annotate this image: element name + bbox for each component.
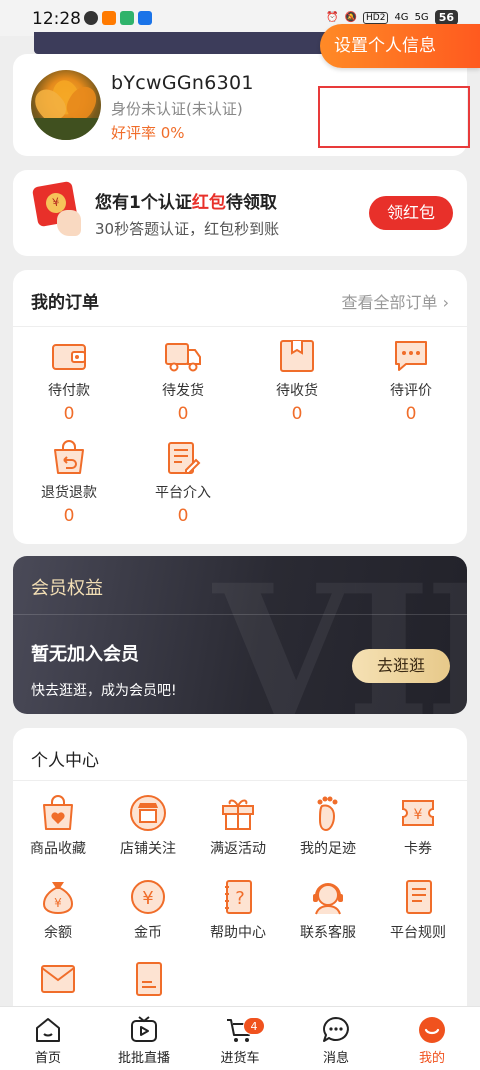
center-item-coupons[interactable]: ¥ 卡券 [373,794,463,858]
return-bag-icon [50,440,88,476]
alarm-icon: ⏰ [326,12,339,23]
vip-browse-button[interactable]: 去逛逛 [352,649,450,683]
claim-red-packet-button[interactable]: 领红包 [369,196,453,230]
gift-icon [218,794,258,832]
vip-title: 会员权益 [31,578,103,599]
center-item-help-center[interactable]: ? 帮助中心 [193,878,283,942]
vip-card: VIP 会员权益 暂无加入会员 快去逛逛，成为会员吧! 去逛逛 [13,556,467,714]
status-app-icons [84,11,152,25]
red-packet-title: 您有1个认证红包待领取 [95,193,277,213]
customer-service-icon [308,878,348,916]
vip-status: 暂无加入会员 [31,644,139,665]
orders-card: 我的订单 查看全部订单 › 待付款 0 待发货 0 待收货 0 待评价 0 退货… [13,270,467,544]
coupon-icon: ¥ [398,794,438,832]
center-item-gold-coins[interactable]: ¥ 金币 [103,878,193,942]
divider [13,614,467,615]
mail-icon [38,960,78,998]
order-count: 0 [63,404,75,424]
money-bag-icon: ¥ [38,878,78,916]
highlight-box [318,86,470,148]
notification-app-icon [102,11,116,25]
truck-icon [164,338,202,374]
tab-messages[interactable]: 消息 [288,1007,384,1070]
cart-count-badge: 4 [243,1017,265,1035]
hd-icon: HD2 [363,11,389,24]
package-icon [278,338,316,374]
order-count: 0 [405,404,417,424]
chevron-right-icon: › [442,293,449,312]
svg-text:¥: ¥ [414,807,423,823]
home-icon [33,1015,63,1045]
center-item-extra[interactable] [103,960,193,998]
status-indicators: ⏰ 🔕 HD2 4G 5G 56 [326,10,458,25]
divider [13,780,467,781]
coin-icon: ¥ [128,878,168,916]
view-all-orders-link[interactable]: 查看全部订单 › [341,289,449,313]
notification-app-icon [84,11,98,25]
order-count: 0 [177,404,189,424]
identity-status[interactable]: 身份未认证(未认证) [111,98,243,119]
notification-app-icon [138,11,152,25]
order-item-platform-intervention[interactable]: 平台介入 0 [133,440,233,526]
svg-text:?: ? [235,888,245,909]
document-pen-icon [164,440,202,476]
order-item-pending-payment[interactable]: 待付款 0 [19,338,119,424]
username: bYcwGGn6301 [111,72,254,94]
footprint-icon [308,794,348,832]
order-count: 0 [177,506,189,526]
center-item-favorites[interactable]: 商品收藏 [13,794,103,858]
order-count: 0 [291,404,303,424]
set-profile-button[interactable]: 设置个人信息 [320,24,480,68]
document-icon [128,960,168,998]
tab-profile[interactable]: 我的 [384,1007,480,1070]
mute-icon: 🔕 [344,12,357,23]
notification-app-icon [120,11,134,25]
signal-5g-icon: 5G [414,12,429,23]
personal-center-card: 个人中心 商品收藏 店铺关注 满返活动 我的足迹 ¥ 卡券 ¥ 余额 ¥ 金币 … [13,728,467,1028]
vip-watermark: VIP [213,556,467,714]
battery-icon: 56 [434,10,458,25]
svg-text:¥: ¥ [142,888,153,909]
vip-subtitle: 快去逛逛，成为会员吧! [31,683,177,699]
rules-doc-icon [398,878,438,916]
tab-home[interactable]: 首页 [0,1007,96,1070]
red-envelope-icon: ¥ [31,180,81,236]
order-item-pending-receipt[interactable]: 待收货 0 [247,338,347,424]
comment-icon [392,338,430,374]
center-item-extra[interactable] [13,960,103,998]
order-count: 0 [63,506,75,526]
live-tv-icon [129,1015,159,1045]
profile-icon [417,1015,447,1045]
center-item-footprints[interactable]: 我的足迹 [283,794,373,858]
wallet-icon [50,338,88,374]
help-book-icon: ? [218,878,258,916]
center-item-customer-service[interactable]: 联系客服 [283,878,373,942]
personal-center-title: 个人中心 [31,751,99,771]
status-time: 12:28 [32,9,81,29]
order-item-pending-review[interactable]: 待评价 0 [361,338,461,424]
center-item-balance[interactable]: ¥ 余额 [13,878,103,942]
bottom-tab-bar: 首页 批批直播 进货车 4 消息 我的 [0,1006,480,1070]
signal-4g-icon: 4G [394,12,409,23]
tab-cart[interactable]: 进货车 [192,1007,288,1070]
red-packet-card: ¥ 您有1个认证红包待领取 30秒答题认证，红包秒到账 领红包 [13,170,467,256]
rating: 好评率 0% [111,124,185,142]
divider [13,326,467,327]
center-item-followed-stores[interactable]: 店铺关注 [103,794,193,858]
orders-title: 我的订单 [31,293,99,313]
svg-text:¥: ¥ [54,896,62,910]
heart-bag-icon [38,794,78,832]
center-item-platform-rules[interactable]: 平台规则 [373,878,463,942]
order-item-returns[interactable]: 退货退款 0 [19,440,119,526]
order-item-pending-shipment[interactable]: 待发货 0 [133,338,233,424]
center-item-rebate-activity[interactable]: 满返活动 [193,794,283,858]
avatar[interactable] [31,70,101,140]
message-icon [321,1015,351,1045]
store-icon [128,794,168,832]
tab-live[interactable]: 批批直播 [96,1007,192,1070]
red-packet-subtitle: 30秒答题认证，红包秒到账 [95,220,280,238]
